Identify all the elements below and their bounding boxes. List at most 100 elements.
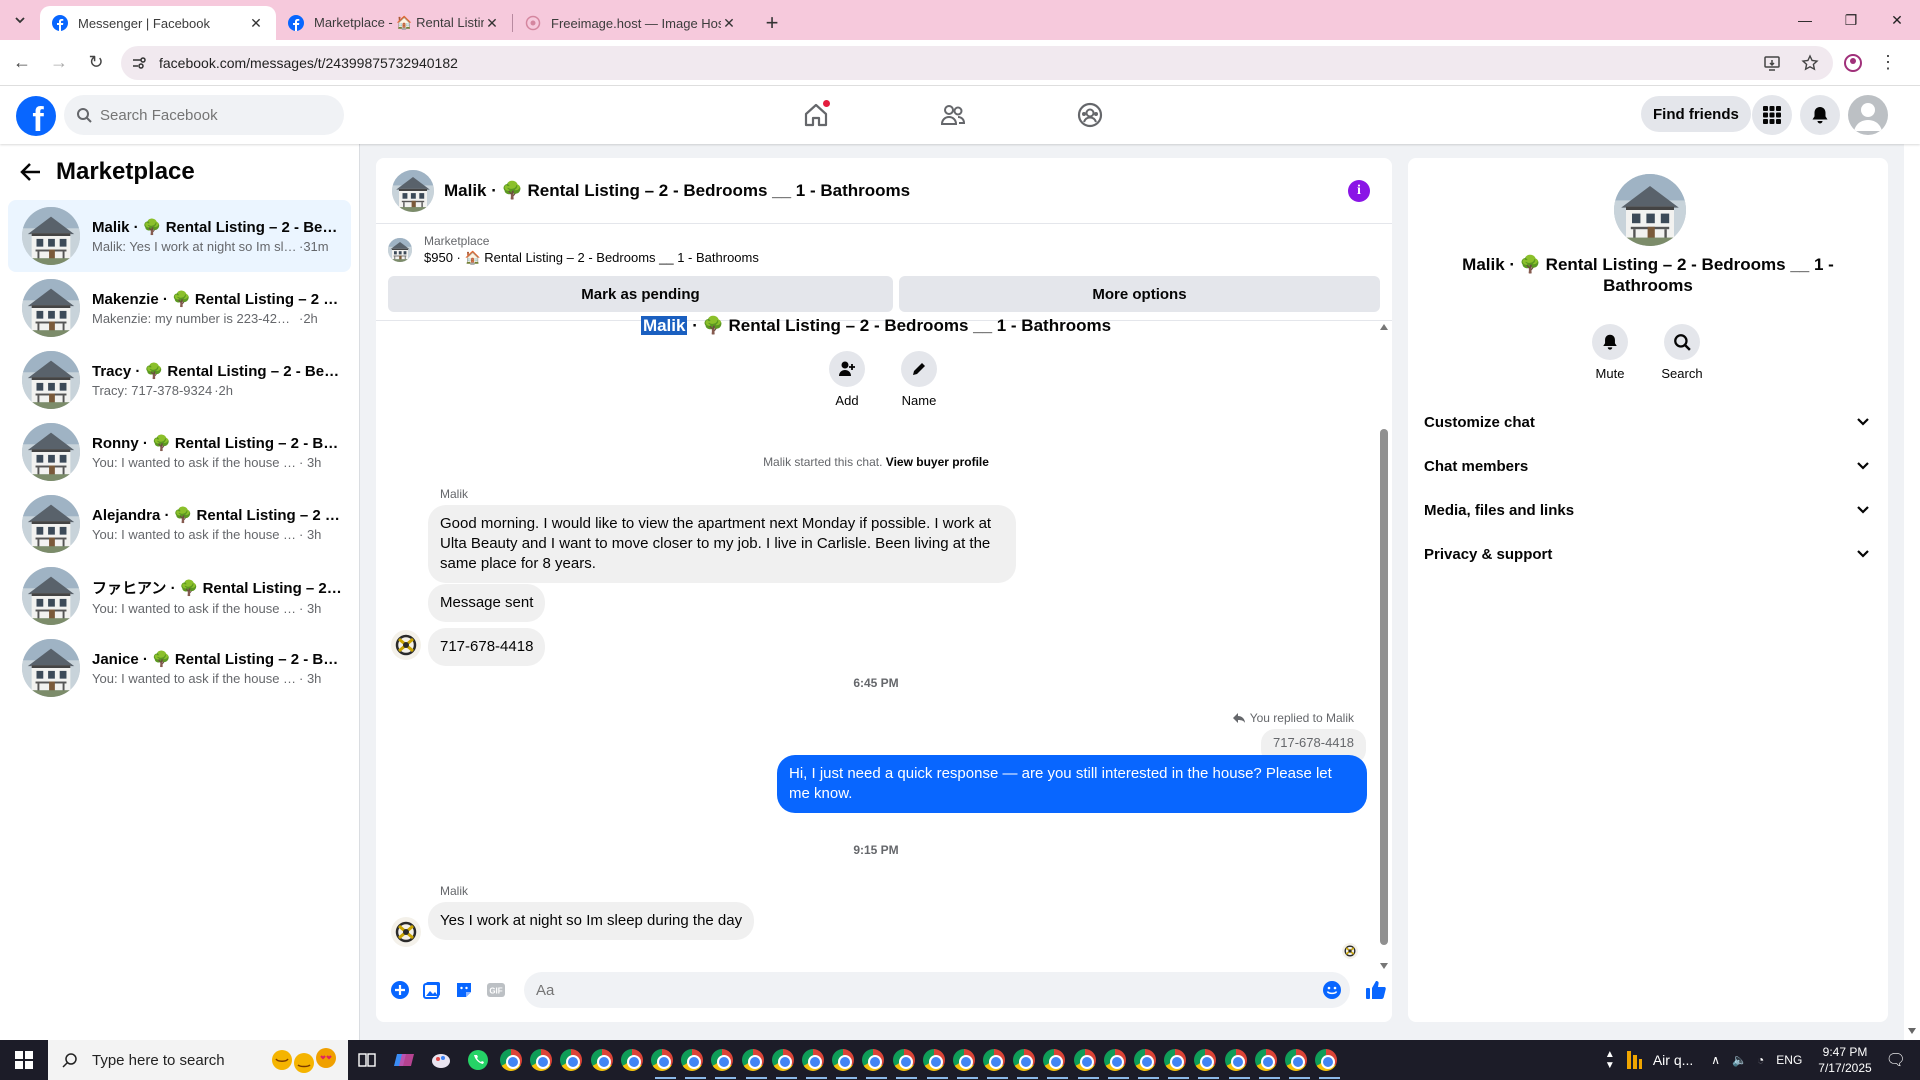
scrollbar-thumb[interactable] — [1380, 429, 1388, 945]
taskbar-chrome-window[interactable] — [1190, 1040, 1220, 1080]
message-bubble[interactable]: Good morning. I would like to view the a… — [428, 505, 1016, 583]
attach-photo-button[interactable] — [416, 974, 448, 1006]
notifications-button[interactable] — [1800, 95, 1840, 135]
taskbar-chrome-window[interactable] — [677, 1040, 707, 1080]
taskbar-chrome-window[interactable] — [1221, 1040, 1251, 1080]
omnibox[interactable]: facebook.com/messages/t/2439987573294018… — [121, 45, 1833, 80]
taskbar-chrome-window[interactable] — [828, 1040, 858, 1080]
nav-home[interactable] — [760, 86, 872, 144]
facebook-logo[interactable]: f — [16, 96, 56, 136]
taskbar-chrome-window[interactable] — [858, 1040, 888, 1080]
show-hidden-icons[interactable]: ∧ — [1711, 1053, 1720, 1067]
taskbar-chrome-window[interactable] — [1160, 1040, 1190, 1080]
minimize-button[interactable]: — — [1782, 0, 1828, 40]
back-button[interactable]: ← — [7, 48, 37, 78]
tab-freeimage[interactable]: Freeimage.host — Image Hosting ✕ — [513, 6, 749, 40]
nav-friends[interactable] — [897, 86, 1009, 144]
taskbar-chrome-window[interactable] — [647, 1040, 677, 1080]
taskbar-chrome-window[interactable] — [1281, 1040, 1311, 1080]
mute-action[interactable]: Mute — [1575, 324, 1645, 381]
my-message-bubble[interactable]: Hi, I just need a quick response — are y… — [777, 755, 1367, 813]
search-action[interactable]: Search — [1647, 324, 1717, 381]
name-chat-action[interactable]: Name — [894, 351, 944, 408]
taskbar-chrome-window[interactable] — [1251, 1040, 1281, 1080]
reload-button[interactable]: ↻ — [81, 48, 111, 78]
taskbar-chrome-window[interactable] — [587, 1040, 617, 1080]
taskbar-whatsapp[interactable] — [459, 1040, 496, 1080]
network-icon[interactable]: ◔ — [1757, 1053, 1764, 1067]
nav-groups[interactable] — [1034, 86, 1146, 144]
taskbar-chrome-window[interactable] — [496, 1040, 526, 1080]
language-indicator[interactable]: ENG — [1776, 1053, 1802, 1067]
taskbar-chrome-window[interactable] — [1100, 1040, 1130, 1080]
tab-messenger[interactable]: Messenger | Facebook ✕ — [40, 6, 276, 40]
restore-button[interactable]: ❐ — [1828, 0, 1874, 40]
info-icon[interactable]: i — [1348, 180, 1370, 202]
privacy-support-row[interactable]: Privacy & support — [1424, 532, 1880, 576]
message-bubble[interactable]: Message sent — [428, 584, 546, 622]
close-tab-icon[interactable]: ✕ — [248, 15, 264, 31]
task-view-button[interactable] — [348, 1040, 385, 1080]
forward-button[interactable]: → — [44, 48, 74, 78]
conversation-item[interactable]: Malik · 🌳 Rental Listing – 2 - Bedrooms … — [8, 200, 351, 272]
taskbar-chrome-window[interactable] — [949, 1040, 979, 1080]
message-thread[interactable]: Malik · 🌳 Rental Listing – 2 - Bedrooms … — [376, 316, 1392, 969]
taskbar-chrome-window[interactable] — [556, 1040, 586, 1080]
listing-card[interactable]: Marketplace $950 · 🏠 Rental Listing – 2 … — [376, 224, 1392, 276]
tray-scroll-icon[interactable]: ▲ ▼ — [1605, 1049, 1615, 1071]
message-input[interactable] — [536, 981, 1296, 999]
chat-avatar[interactable] — [392, 169, 434, 212]
back-arrow-icon[interactable] — [20, 162, 42, 182]
message-bubble[interactable]: 717-678-4418 — [428, 628, 546, 666]
sticker-button[interactable] — [448, 974, 480, 1006]
view-buyer-profile-link[interactable]: View buyer profile — [886, 455, 989, 469]
bookmark-star-icon[interactable] — [1801, 53, 1819, 72]
media-files-links-row[interactable]: Media, files and links — [1424, 488, 1880, 532]
add-people-action[interactable]: Add — [822, 351, 872, 408]
message-input-box[interactable] — [524, 972, 1350, 1008]
gif-button[interactable]: GIF — [480, 974, 512, 1006]
conversation-item[interactable]: Janice · 🌳 Rental Listing – 2 - Bedrooms… — [8, 632, 351, 704]
customize-chat-row[interactable]: Customize chat — [1424, 400, 1880, 444]
malik-avatar[interactable] — [391, 630, 421, 660]
conversation-item[interactable]: Tracy · 🌳 Rental Listing – 2 - Bedrooms … — [8, 344, 351, 416]
conversation-item[interactable]: ファヒアン · 🌳 Rental Listing – 2 - Bedrooms … — [8, 560, 351, 632]
message-bubble[interactable]: Yes I work at night so Im sleep during t… — [428, 902, 755, 940]
taskbar-chrome-window[interactable] — [979, 1040, 1009, 1080]
taskbar-chrome-window[interactable] — [1130, 1040, 1160, 1080]
malik-avatar[interactable] — [391, 917, 421, 947]
mark-as-pending-button[interactable]: Mark as pending — [388, 276, 893, 312]
taskbar-chrome-window[interactable] — [738, 1040, 768, 1080]
chat-members-row[interactable]: Chat members — [1424, 444, 1880, 488]
more-options-button[interactable]: More options — [898, 276, 1380, 312]
emoji-icon[interactable] — [1322, 980, 1342, 1000]
taskbar-chrome-window[interactable] — [919, 1040, 949, 1080]
tab-marketplace[interactable]: Marketplace - 🏠 Rental Listing ✕ — [276, 6, 512, 40]
taskbar-app[interactable] — [422, 1040, 459, 1080]
taskbar-chrome-window[interactable] — [1009, 1040, 1039, 1080]
profile-icon[interactable] — [1843, 53, 1863, 73]
menu-button[interactable] — [1752, 95, 1792, 135]
taskbar-chrome-window[interactable] — [707, 1040, 737, 1080]
notification-center-icon[interactable]: 🗨 — [1886, 1050, 1906, 1070]
taskbar-chrome-window[interactable] — [1070, 1040, 1100, 1080]
find-friends-button[interactable]: Find friends — [1641, 96, 1751, 132]
taskbar-chrome-window[interactable] — [1039, 1040, 1069, 1080]
taskbar-chrome-window[interactable] — [768, 1040, 798, 1080]
taskbar-chrome-window[interactable] — [617, 1040, 647, 1080]
url-text[interactable]: facebook.com/messages/t/2439987573294018… — [159, 55, 458, 71]
taskbar-chrome-window[interactable] — [798, 1040, 828, 1080]
facebook-search-input[interactable] — [100, 106, 300, 124]
taskbar-chrome-window[interactable] — [526, 1040, 556, 1080]
weather-text[interactable]: Air q... — [1653, 1052, 1693, 1068]
thread-scrollbar[interactable] — [1376, 321, 1390, 969]
account-avatar[interactable] — [1848, 95, 1888, 135]
taskbar-copilot[interactable] — [385, 1040, 422, 1080]
browser-menu-icon[interactable]: ⋮ — [1879, 52, 1897, 73]
like-button[interactable] — [1360, 974, 1392, 1006]
taskbar-chrome-window[interactable] — [1311, 1040, 1341, 1080]
conversation-item[interactable]: Alejandra · 🌳 Rental Listing – 2 - Bedro… — [8, 488, 351, 560]
close-tab-icon[interactable]: ✕ — [484, 15, 500, 31]
volume-icon[interactable]: 🔈 — [1732, 1053, 1747, 1067]
site-settings-icon[interactable] — [131, 55, 147, 71]
